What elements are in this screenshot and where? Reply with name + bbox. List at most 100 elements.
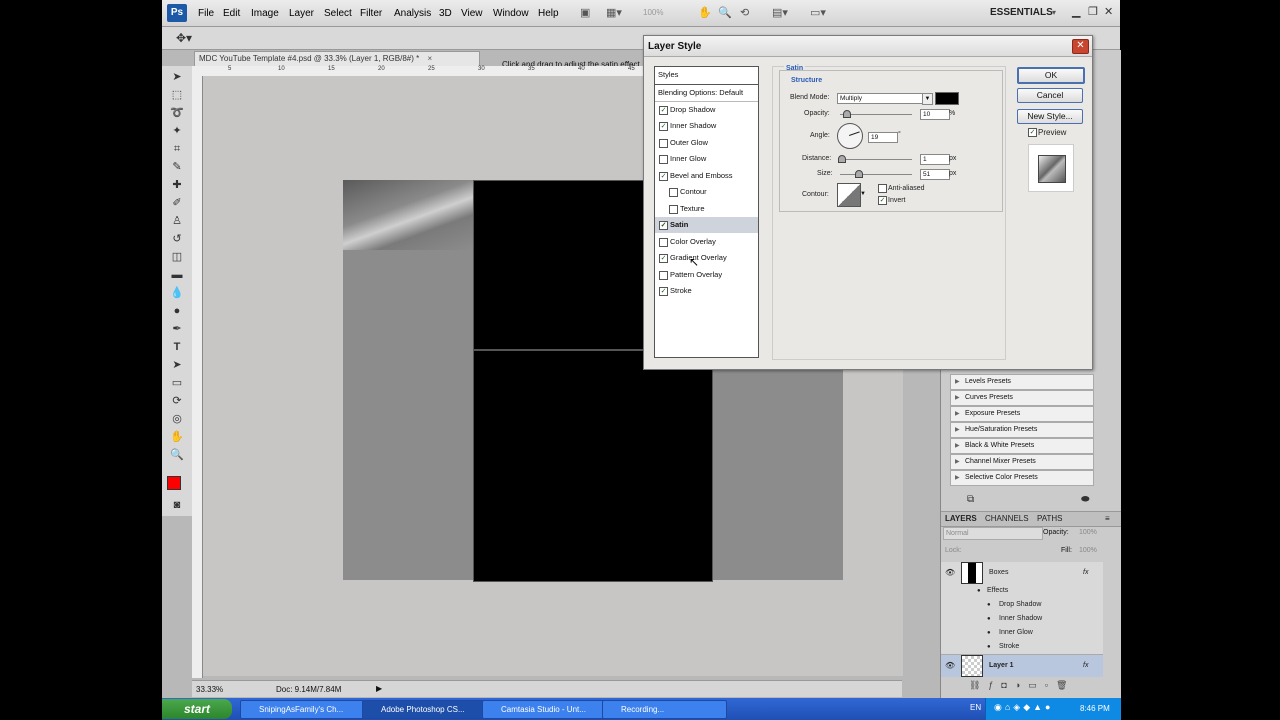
angle-dial[interactable] <box>837 123 863 149</box>
menu-window[interactable]: Window <box>493 8 529 19</box>
adjustment-preset-item[interactable]: Selective Color Presets <box>950 470 1094 486</box>
gradient-tool-icon[interactable]: ▬ <box>168 268 186 282</box>
language-indicator[interactable]: EN <box>970 703 981 712</box>
preview-checkbox[interactable]: ✓ <box>1028 128 1037 137</box>
tray-icons[interactable]: ◉⌂◈◆▲● <box>994 702 1053 713</box>
close-icon[interactable]: × <box>427 54 432 63</box>
layer-row[interactable]: 👁 Boxes fx <box>941 562 1103 585</box>
adjustment-preset-item[interactable]: Exposure Presets <box>950 406 1094 422</box>
layer-blend-select[interactable]: Normal <box>943 527 1043 540</box>
effect-row[interactable]: ● Stroke <box>941 640 1103 655</box>
effect-row[interactable]: ● Inner Shadow <box>941 612 1103 626</box>
brush-tool-icon[interactable]: ✐ <box>168 196 186 210</box>
zoom-tool-icon[interactable]: 🔍 <box>718 6 732 19</box>
checkbox[interactable]: ✓ <box>659 221 668 230</box>
menu-image[interactable]: Image <box>251 8 279 19</box>
invert-checkbox[interactable]: ✓ <box>878 196 887 205</box>
dodge-tool-icon[interactable]: ● <box>168 304 186 318</box>
effect-item[interactable]: Texture <box>655 201 758 217</box>
layer-name[interactable]: Layer 1 <box>989 659 1014 673</box>
effect-item[interactable]: Contour <box>655 184 758 200</box>
hand-tool-icon[interactable]: ✋ <box>698 6 712 19</box>
eye-icon[interactable]: ● <box>977 584 981 598</box>
3d-rotate-icon[interactable]: ⟳ <box>168 394 186 408</box>
checkbox[interactable]: ✓ <box>659 122 668 131</box>
size-slider-knob[interactable] <box>855 170 863 178</box>
start-button[interactable]: start <box>162 699 232 719</box>
chevron-down-icon[interactable]: ▼ <box>860 191 866 197</box>
taskbar-item[interactable]: SnipingAsFamily's Ch... <box>240 700 365 719</box>
move-tool-icon[interactable]: ➤ <box>168 70 186 84</box>
effect-item[interactable]: ✓ Drop Shadow <box>655 102 758 118</box>
document-tab[interactable]: MDC YouTube Template #4.psd @ 33.3% (Lay… <box>194 51 480 67</box>
effect-item[interactable]: ✓ Inner Shadow <box>655 118 758 134</box>
layer-name[interactable]: Boxes <box>989 566 1008 580</box>
styles-header[interactable]: Styles <box>655 67 758 85</box>
effect-row[interactable]: ● Drop Shadow <box>941 598 1103 612</box>
hand-tool-icon[interactable]: ✋ <box>168 430 186 444</box>
eye-icon[interactable]: ● <box>987 598 991 612</box>
menu-filter[interactable]: Filter <box>360 8 382 19</box>
history-brush-icon[interactable]: ↺ <box>168 232 186 246</box>
tab-channels[interactable]: CHANNELS <box>985 514 1029 523</box>
magic-wand-icon[interactable]: ✦ <box>168 124 186 138</box>
menu-layer[interactable]: Layer <box>289 8 314 19</box>
3d-orbit-icon[interactable]: ◎ <box>168 412 186 426</box>
eye-icon[interactable]: ● <box>987 640 991 654</box>
opacity-field[interactable]: 100% <box>1079 529 1097 536</box>
eye-icon[interactable]: ● <box>987 612 991 626</box>
size-input[interactable]: 51 <box>920 169 950 180</box>
ok-button[interactable]: OK <box>1017 67 1085 84</box>
menu-file[interactable]: File <box>198 8 214 19</box>
arrange-documents-icon[interactable]: ▤▾ <box>772 6 788 19</box>
blending-options[interactable]: Blending Options: Default <box>655 85 758 102</box>
layer-effects-row[interactable]: ● Effects <box>941 584 1103 598</box>
foreground-color-swatch[interactable] <box>167 476 181 490</box>
effect-item[interactable]: ✓ Bevel and Emboss <box>655 168 758 184</box>
checkbox[interactable] <box>659 238 668 247</box>
layer-actions-icon[interactable]: ⛓ƒ◘◑▭▫🗑 <box>969 680 1075 691</box>
tab-layers[interactable]: LAYERS <box>945 514 977 523</box>
checkbox[interactable] <box>659 155 668 164</box>
pen-tool-icon[interactable]: ✒ <box>168 322 186 336</box>
eyedropper-icon[interactable]: ✎ <box>168 160 186 174</box>
effect-row[interactable]: ● Inner Glow <box>941 626 1103 640</box>
effect-item[interactable]: Pattern Overlay <box>655 267 758 283</box>
angle-input[interactable]: 19 <box>868 132 898 143</box>
eye-icon[interactable]: 👁 <box>945 659 955 673</box>
zoom-level-field[interactable]: 100% <box>643 8 663 17</box>
quick-mask-icon[interactable]: ◙ <box>168 498 186 512</box>
effect-item[interactable]: Color Overlay <box>655 234 758 250</box>
effect-item[interactable]: ✓ Gradient Overlay <box>655 250 758 266</box>
effect-item[interactable]: Outer Glow <box>655 135 758 151</box>
panel-menu-icon[interactable]: ≡ <box>1105 514 1110 523</box>
blend-mode-select[interactable]: Multiply <box>837 93 925 104</box>
lasso-tool-icon[interactable]: ➰ <box>168 106 186 120</box>
opacity-slider-knob[interactable] <box>843 110 852 118</box>
eye-icon[interactable]: ● <box>987 626 991 640</box>
zoom-tool-icon[interactable]: 🔍 <box>168 448 186 462</box>
zoom-readout[interactable]: 33.33% <box>196 685 223 694</box>
checkbox[interactable] <box>669 188 678 197</box>
marquee-tool-icon[interactable]: ⬚ <box>168 88 186 102</box>
contour-preview[interactable] <box>837 183 861 207</box>
fx-icon[interactable]: fx <box>1083 659 1088 673</box>
adjustment-preset-item[interactable]: Curves Presets <box>950 390 1094 406</box>
view-extras-icon[interactable]: ▦▾ <box>606 6 622 19</box>
restore-button[interactable]: ❐ <box>1088 5 1098 18</box>
cancel-button[interactable]: Cancel <box>1017 88 1083 103</box>
taskbar-item[interactable]: Camtasia Studio - Unt... <box>482 700 607 719</box>
effect-item-selected[interactable]: ✓ Satin <box>655 217 758 233</box>
adjustment-preset-item[interactable]: Hue/Saturation Presets <box>950 422 1094 438</box>
effect-item[interactable]: ✓ Stroke <box>655 283 758 299</box>
menu-analysis[interactable]: Analysis <box>394 8 431 19</box>
close-button[interactable]: ✕ <box>1104 5 1113 18</box>
bridge-icon[interactable]: ▣ <box>580 6 590 19</box>
type-tool-icon[interactable]: T <box>168 340 186 354</box>
layer-row-selected[interactable]: 👁 Layer 1 fx <box>941 655 1103 677</box>
satin-color-swatch[interactable] <box>935 92 959 105</box>
menu-select[interactable]: Select <box>324 8 352 19</box>
shape-tool-icon[interactable]: ▭ <box>168 376 186 390</box>
distance-slider-knob[interactable] <box>838 155 846 163</box>
chevron-right-icon[interactable]: ▶ <box>376 684 382 693</box>
